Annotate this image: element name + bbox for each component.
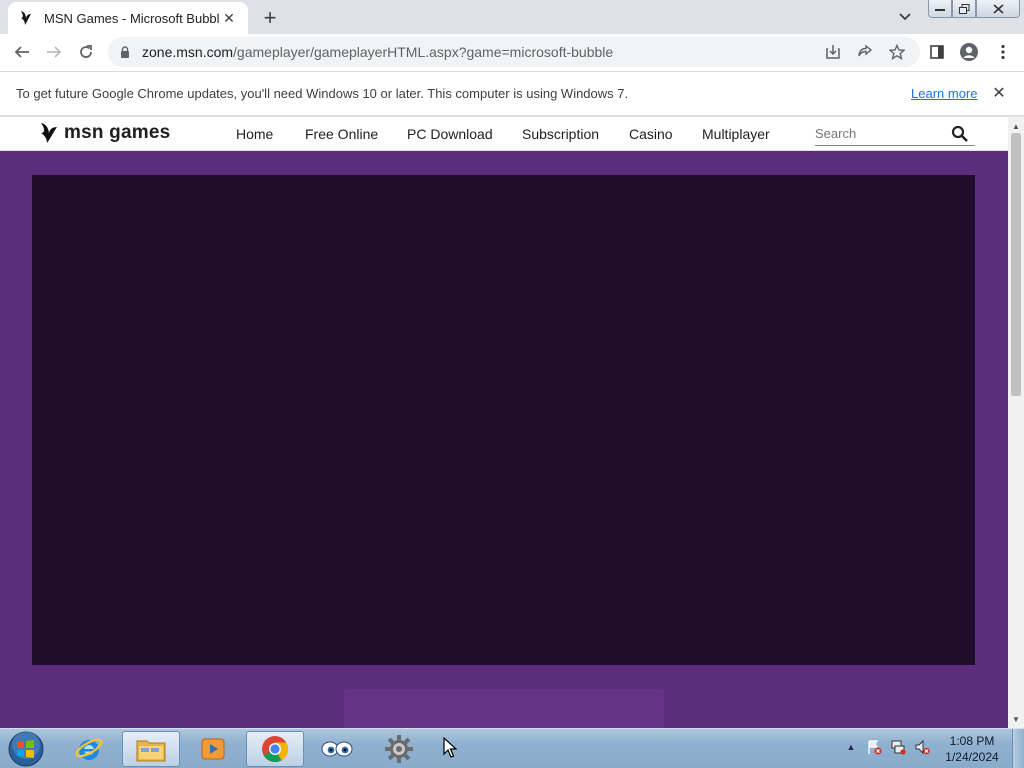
close-window-button[interactable]: [976, 0, 1020, 18]
lock-icon[interactable]: [118, 45, 132, 59]
game-placeholder-banner: [344, 689, 664, 728]
windows-orb-icon: [8, 731, 44, 767]
url-path: /gameplayer/gameplayerHTML.aspx?game=mic…: [233, 44, 614, 60]
bookmark-star-icon[interactable]: [888, 43, 906, 61]
msn-butterfly-logo-icon: [41, 123, 57, 143]
start-button[interactable]: [6, 730, 46, 768]
clock-date: 1/24/2024: [945, 750, 999, 764]
close-infobar-icon[interactable]: ✕: [990, 84, 1008, 102]
search-icon[interactable]: [951, 125, 969, 143]
nav-free-online[interactable]: Free Online: [305, 126, 378, 142]
page-viewport: msn games Home Free Online PC Download S…: [0, 117, 1008, 728]
file-explorer-icon[interactable]: [122, 731, 180, 767]
show-desktop-button[interactable]: [1012, 729, 1024, 768]
mouse-pointer-icon: [443, 737, 457, 758]
learn-more-link[interactable]: Learn more: [911, 86, 977, 101]
nav-subscription[interactable]: Subscription: [522, 126, 599, 142]
restore-button[interactable]: [952, 0, 976, 18]
nav-pc-download[interactable]: PC Download: [407, 126, 493, 142]
share-icon[interactable]: [856, 43, 874, 61]
side-panel-icon[interactable]: [928, 43, 946, 61]
scroll-down-arrow-icon[interactable]: ▼: [1008, 712, 1024, 726]
site-header: msn games Home Free Online PC Download S…: [0, 117, 1008, 151]
back-arrow-icon[interactable]: [10, 40, 34, 64]
site-search: [815, 122, 975, 146]
browser-tab[interactable]: MSN Games - Microsoft Bubble ✕: [8, 2, 248, 34]
windows-taskbar: ▲ 1:08 PM 1/24/2024: [0, 728, 1024, 768]
profile-avatar-icon[interactable]: [960, 43, 978, 61]
forward-arrow-icon[interactable]: [42, 40, 66, 64]
search-input[interactable]: [815, 122, 945, 144]
brand-name: msn games: [64, 122, 171, 143]
network-icon[interactable]: [890, 739, 906, 755]
clock-time: 1:08 PM: [949, 734, 995, 748]
kebab-menu-icon[interactable]: [994, 43, 1012, 61]
system-clock[interactable]: 1:08 PM 1/24/2024: [940, 733, 1004, 765]
tab-strip: MSN Games - Microsoft Bubble ✕ +: [0, 0, 1024, 34]
eyes-app-icon[interactable]: [308, 731, 366, 767]
infobar-message: To get future Google Chrome updates, you…: [16, 86, 629, 101]
nav-multiplayer[interactable]: Multiplayer: [702, 126, 770, 142]
nav-casino[interactable]: Casino: [629, 126, 673, 142]
reload-icon[interactable]: [74, 40, 98, 64]
internet-explorer-icon[interactable]: [60, 731, 118, 767]
new-tab-button[interactable]: +: [258, 5, 282, 30]
msn-games-logo[interactable]: msn games: [38, 121, 170, 145]
show-hidden-icons-icon[interactable]: ▲: [843, 739, 859, 755]
close-tab-icon[interactable]: ✕: [220, 9, 238, 27]
tab-search-chevron-icon[interactable]: [896, 8, 914, 26]
scroll-up-arrow-icon[interactable]: ▲: [1008, 119, 1024, 133]
scrollbar-thumb[interactable]: [1011, 133, 1021, 396]
install-app-icon[interactable]: [824, 43, 842, 61]
chrome-icon[interactable]: [246, 731, 304, 767]
volume-muted-icon[interactable]: [914, 739, 930, 755]
nav-home[interactable]: Home: [236, 126, 273, 142]
url-host: zone.msn.com: [142, 44, 234, 60]
gear-app-icon[interactable]: [370, 731, 428, 767]
url-text[interactable]: zone.msn.com/gameplayer/gameplayerHTML.a…: [142, 44, 613, 60]
browser-toolbar: zone.msn.com/gameplayer/gameplayerHTML.a…: [0, 34, 1024, 71]
page-scrollbar[interactable]: ▲ ▼: [1008, 117, 1024, 728]
minimize-button[interactable]: [928, 0, 952, 18]
address-bar[interactable]: zone.msn.com/gameplayer/gameplayerHTML.a…: [108, 37, 920, 67]
game-canvas[interactable]: [32, 175, 975, 665]
media-player-icon[interactable]: [184, 731, 242, 767]
tab-title: MSN Games - Microsoft Bubble: [44, 10, 220, 26]
update-infobar: To get future Google Chrome updates, you…: [0, 71, 1024, 116]
msn-butterfly-icon: [18, 10, 34, 26]
action-center-flag-icon[interactable]: [866, 739, 882, 755]
